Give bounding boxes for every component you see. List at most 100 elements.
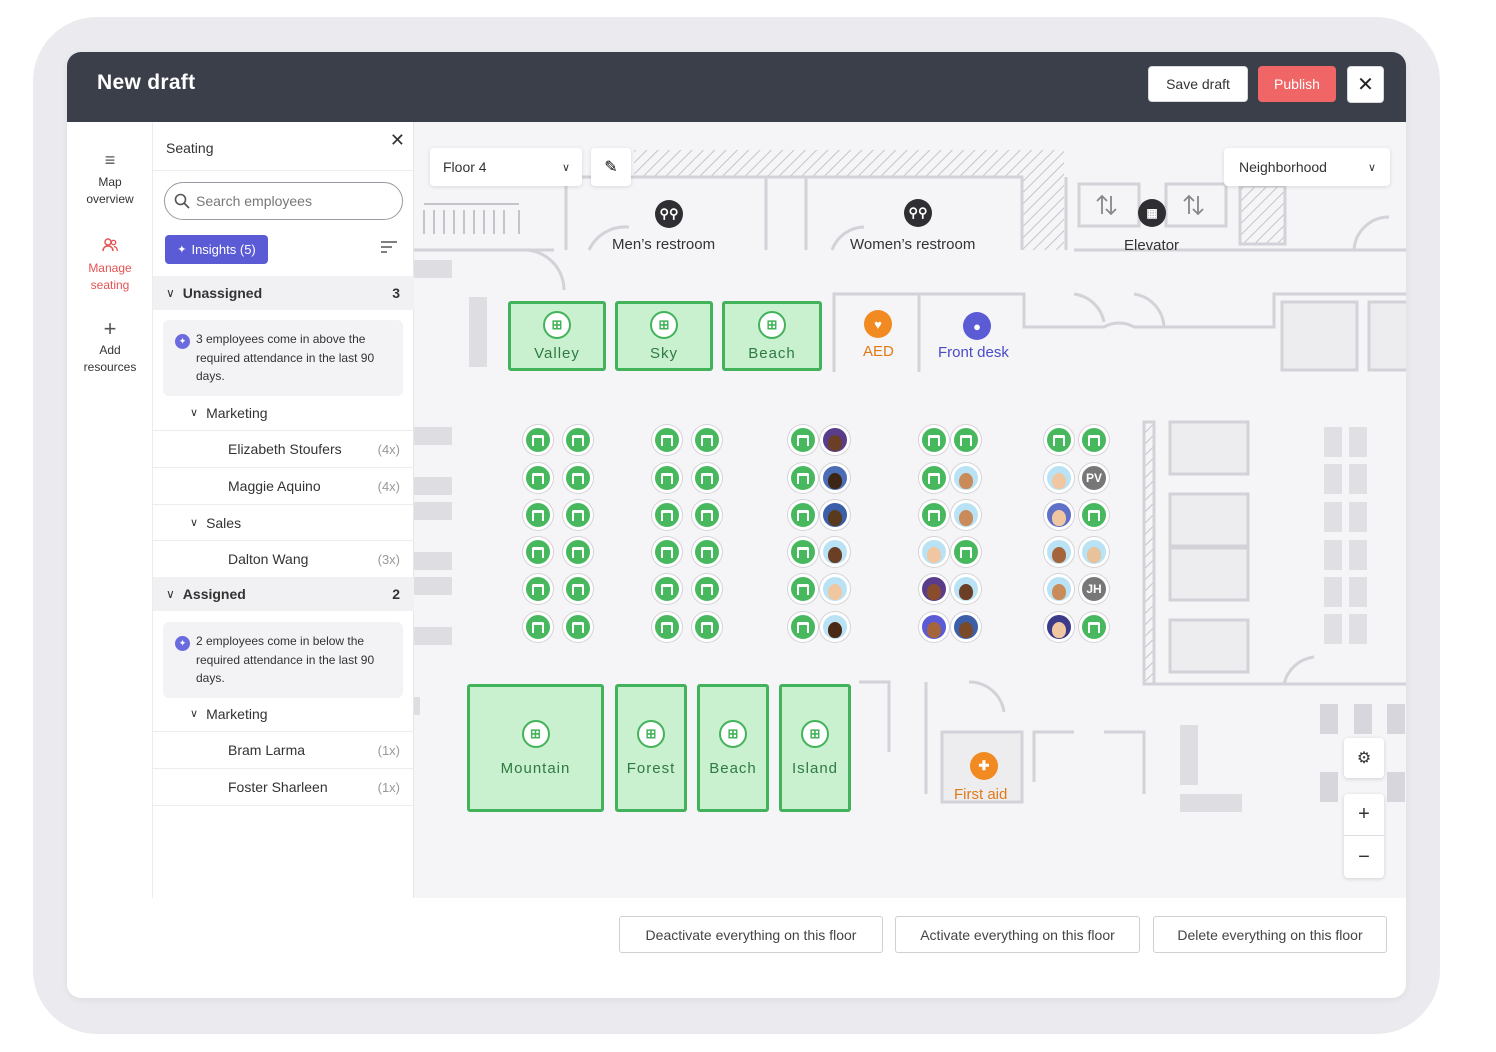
desk-seat[interactable] (563, 425, 593, 455)
map-settings-button[interactable]: ⚙ (1344, 738, 1384, 778)
room-island[interactable]: ⊞ Island (779, 684, 851, 812)
sort-icon[interactable] (380, 240, 398, 259)
avatar-initials[interactable]: JH (1079, 574, 1109, 604)
desk-seat[interactable] (652, 463, 682, 493)
room-forest[interactable]: ⊞ Forest (615, 684, 687, 812)
employee-row[interactable]: Elizabeth Stoufers (4x) (153, 431, 414, 468)
panel-close-icon[interactable]: ✕ (390, 130, 405, 151)
avatar[interactable] (820, 500, 850, 530)
subgroup-marketing[interactable]: ∨ Marketing (153, 395, 414, 431)
desk-seat[interactable] (951, 537, 981, 567)
desk-seat[interactable] (523, 574, 553, 604)
avatar[interactable] (1044, 612, 1074, 642)
desk-seat[interactable] (692, 425, 722, 455)
nav-map-overview[interactable]: ≡ Map overview (67, 151, 153, 208)
avatar[interactable] (1079, 537, 1109, 567)
publish-button[interactable]: Publish (1258, 66, 1336, 102)
desk-seat[interactable] (919, 500, 949, 530)
desk-seat[interactable] (652, 537, 682, 567)
desk-seat[interactable] (951, 425, 981, 455)
desk-seat[interactable] (652, 612, 682, 642)
deactivate-floor-button[interactable]: Deactivate everything on this floor (619, 916, 883, 953)
desk-seat[interactable] (563, 612, 593, 642)
desk-seat[interactable] (1044, 425, 1074, 455)
avatar[interactable] (919, 574, 949, 604)
activate-floor-button[interactable]: Activate everything on this floor (895, 916, 1140, 953)
desk-seat[interactable] (1079, 500, 1109, 530)
desk-seat[interactable] (692, 574, 722, 604)
subgroup-marketing[interactable]: ∨ Marketing (153, 696, 414, 732)
avatar[interactable] (820, 425, 850, 455)
avatar[interactable] (1044, 500, 1074, 530)
desk-seat[interactable] (692, 500, 722, 530)
zoom-in-button[interactable]: + (1344, 794, 1384, 836)
desk-seat[interactable] (563, 463, 593, 493)
desk-seat[interactable] (523, 537, 553, 567)
desk-seat[interactable] (652, 500, 682, 530)
desk-seat[interactable] (563, 537, 593, 567)
desk-seat[interactable] (523, 500, 553, 530)
avatar[interactable] (951, 500, 981, 530)
desk-seat[interactable] (788, 574, 818, 604)
avatar[interactable] (820, 612, 850, 642)
floor-select[interactable]: Floor 4 ∨ (430, 148, 582, 186)
avatar[interactable] (951, 574, 981, 604)
delete-floor-button[interactable]: Delete everything on this floor (1153, 916, 1387, 953)
zoom-out-button[interactable]: − (1344, 836, 1384, 878)
desk-seat[interactable] (1079, 612, 1109, 642)
desk-seat[interactable] (523, 463, 553, 493)
avatar[interactable] (951, 612, 981, 642)
search-box[interactable] (164, 182, 403, 220)
avatar[interactable] (820, 574, 850, 604)
avatar[interactable] (1044, 574, 1074, 604)
nav-manage-seating[interactable]: Manage seating (67, 238, 153, 294)
avatar[interactable] (820, 463, 850, 493)
room-mountain[interactable]: ⊞ Mountain (467, 684, 604, 812)
desk-seat[interactable] (788, 537, 818, 567)
floor-map[interactable]: Floor 4 ∨ ✎ Neighborhood ∨ ⚲⚲ Men’s rest… (414, 122, 1406, 898)
save-draft-button[interactable]: Save draft (1148, 66, 1248, 102)
close-button[interactable]: ✕ (1347, 66, 1384, 103)
desk-seat[interactable] (692, 463, 722, 493)
desk-seat[interactable] (788, 425, 818, 455)
desk-seat[interactable] (652, 425, 682, 455)
desk-seat[interactable] (523, 612, 553, 642)
front-desk-icon[interactable]: ● (963, 312, 991, 340)
employee-row[interactable]: Maggie Aquino (4x) (153, 468, 414, 505)
subgroup-sales[interactable]: ∨ Sales (153, 505, 414, 541)
desk-seat[interactable] (692, 537, 722, 567)
search-employees-input[interactable] (196, 193, 386, 209)
desk-seat[interactable] (523, 425, 553, 455)
avatar[interactable] (1044, 463, 1074, 493)
avatar[interactable] (919, 537, 949, 567)
insights-button[interactable]: ✦ Insights (5) (165, 235, 268, 264)
employee-row[interactable]: Foster Sharleen (1x) (153, 769, 414, 806)
neighborhood-select[interactable]: Neighborhood ∨ (1224, 148, 1390, 186)
desk-seat[interactable] (563, 500, 593, 530)
avatar-initials[interactable]: PV (1079, 463, 1109, 493)
room-valley[interactable]: ⊞ Valley (508, 301, 606, 371)
desk-seat[interactable] (1079, 425, 1109, 455)
desk-seat[interactable] (919, 463, 949, 493)
first-aid-icon[interactable]: ✚ (970, 752, 998, 780)
desk-seat[interactable] (788, 463, 818, 493)
desk-seat[interactable] (563, 574, 593, 604)
group-unassigned[interactable]: ∨ Unassigned 3 (153, 276, 414, 310)
employee-row[interactable]: Bram Larma (1x) (153, 732, 414, 769)
nav-add-resources[interactable]: + Add resources (67, 318, 153, 376)
avatar[interactable] (1044, 537, 1074, 567)
desk-seat[interactable] (692, 612, 722, 642)
avatar[interactable] (820, 537, 850, 567)
avatar[interactable] (951, 463, 981, 493)
avatar[interactable] (919, 612, 949, 642)
group-assigned[interactable]: ∨ Assigned 2 (153, 577, 414, 611)
desk-seat[interactable] (788, 500, 818, 530)
aed-icon[interactable]: ♥ (864, 310, 892, 338)
desk-seat[interactable] (652, 574, 682, 604)
desk-seat[interactable] (788, 612, 818, 642)
desk-seat[interactable] (919, 425, 949, 455)
employee-row[interactable]: Dalton Wang (3x) (153, 541, 414, 578)
room-beach[interactable]: ⊞ Beach (722, 301, 822, 371)
room-beach-2[interactable]: ⊞ Beach (697, 684, 769, 812)
room-sky[interactable]: ⊞ Sky (615, 301, 713, 371)
